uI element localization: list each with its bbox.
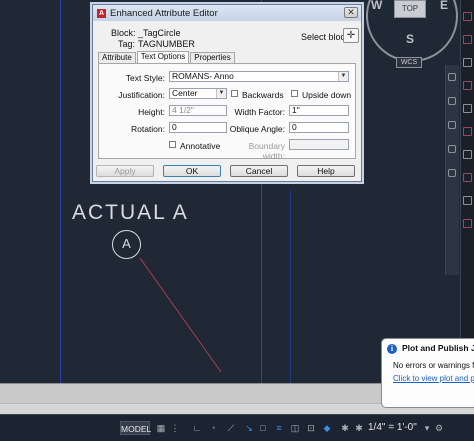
- crosshair-select-icon: ✛: [346, 30, 356, 41]
- block-value: _TagCircle: [138, 28, 181, 38]
- transparency-icon[interactable]: ◫: [290, 423, 300, 433]
- palette-tool-icon[interactable]: [463, 12, 472, 21]
- select-block-button[interactable]: ✛: [343, 28, 359, 43]
- annotation-visibility-icon[interactable]: ✱: [340, 423, 350, 433]
- close-button[interactable]: ✕: [344, 7, 358, 18]
- right-tool-palette: [460, 0, 474, 383]
- plot-publish-notification[interactable]: i Plot and Publish Job No errors or warn…: [381, 338, 474, 408]
- justification-value: Center: [172, 88, 198, 98]
- width-factor-input[interactable]: 1": [289, 105, 349, 116]
- dialog-titlebar[interactable]: A Enhanced Attribute Editor: [93, 5, 361, 21]
- annotative-checkbox[interactable]: [169, 141, 176, 148]
- zoom-icon[interactable]: [448, 121, 456, 129]
- chevron-down-icon: ▼: [338, 72, 348, 81]
- boundary-width-label: Boundary width:: [248, 141, 285, 161]
- annotative-label: Annotative: [180, 141, 221, 151]
- nav-wheel-icon[interactable]: [448, 73, 456, 81]
- oblique-angle-input[interactable]: 0: [289, 122, 349, 133]
- backwards-checkbox[interactable]: [231, 90, 238, 97]
- rotation-input[interactable]: 0: [169, 122, 227, 133]
- palette-tool-icon[interactable]: [463, 58, 472, 67]
- orbit-icon[interactable]: [448, 145, 456, 153]
- notification-link[interactable]: Click to view plot and pul: [393, 374, 474, 383]
- oblique-angle-label: Oblique Angle:: [229, 124, 285, 134]
- text-style-dropdown[interactable]: ROMANS- Anno ▼: [169, 71, 349, 82]
- tab-properties[interactable]: Properties: [190, 52, 235, 63]
- height-input[interactable]: 4 1/2": [169, 105, 227, 116]
- notification-title: Plot and Publish Job: [402, 343, 474, 353]
- compass-south[interactable]: S: [406, 32, 414, 46]
- dialog-title: Enhanced Attribute Editor: [110, 7, 218, 19]
- palette-tool-icon[interactable]: [463, 104, 472, 113]
- palette-tool-icon[interactable]: [463, 173, 472, 182]
- upside-down-checkbox[interactable]: [291, 90, 298, 97]
- palette-tool-icon[interactable]: [463, 150, 472, 159]
- height-label: Height:: [138, 107, 165, 117]
- block-label: Block:: [111, 28, 136, 38]
- workspace-gear-icon[interactable]: ⚙: [434, 423, 444, 433]
- auto-scale-icon[interactable]: ✱: [354, 423, 364, 433]
- ortho-icon[interactable]: ∟: [192, 423, 202, 433]
- palette-tool-icon[interactable]: [463, 196, 472, 205]
- showmotion-icon[interactable]: [448, 169, 456, 177]
- model-space-button[interactable]: MODEL: [120, 421, 151, 435]
- viewcube-top-face[interactable]: TOP: [394, 0, 426, 18]
- block-info: Block: _TagCircle Tag: TAGNUMBER: [111, 28, 195, 50]
- tab-text-options[interactable]: Text Options: [136, 51, 190, 63]
- help-button[interactable]: Help: [297, 165, 355, 177]
- compass-east[interactable]: E: [440, 0, 448, 12]
- rotation-label: Rotation:: [130, 124, 165, 134]
- annotation-text[interactable]: ACTUAL A: [72, 201, 189, 225]
- 3d-osnap-icon[interactable]: ◆: [322, 423, 332, 433]
- notification-message: No errors or warnings fou: [393, 361, 474, 370]
- object-snap-tracking-icon[interactable]: ↘: [244, 423, 254, 433]
- dialog-tabs: Attribute Text Options Properties: [98, 51, 236, 63]
- width-factor-label: Width Factor:: [234, 107, 285, 117]
- palette-tool-icon[interactable]: [463, 219, 472, 228]
- enhanced-attribute-editor-dialog: A Enhanced Attribute Editor ✕ Block: _Ta…: [92, 4, 362, 182]
- upside-down-label: Upside down: [302, 90, 352, 100]
- tag-label: Tag:: [117, 39, 135, 49]
- text-options-panel: Text Style: ROMANS- Anno ▼ Justification…: [98, 63, 356, 161]
- palette-tool-icon[interactable]: [463, 127, 472, 136]
- object-snap-icon[interactable]: □: [258, 423, 268, 433]
- selection-cycling-icon[interactable]: ⊡: [306, 423, 316, 433]
- justification-label: Justification:: [118, 90, 165, 100]
- boundary-width-input[interactable]: [289, 139, 349, 150]
- wcs-menu[interactable]: WCS: [396, 57, 422, 68]
- apply-button[interactable]: Apply: [96, 165, 154, 177]
- palette-tool-icon[interactable]: [463, 81, 472, 90]
- ok-button[interactable]: OK: [163, 165, 221, 177]
- backwards-label: Backwards: [242, 90, 284, 100]
- polar-tracking-icon[interactable]: ◔: [208, 423, 218, 433]
- status-bar: MODEL ▦ ⋮ ∟ ◔ ⟋ ↘ □ ≡ ◫ ⊡ ◆ ✱ ✱ 1/4" = 1…: [0, 414, 474, 441]
- chevron-down-icon: ▼: [216, 89, 226, 98]
- tag-circle-block[interactable]: A: [112, 230, 141, 259]
- tag-circle-letter: A: [122, 236, 131, 251]
- grid-icon[interactable]: ▦: [156, 423, 166, 433]
- info-icon: i: [387, 344, 397, 354]
- text-style-label: Text Style:: [125, 73, 165, 83]
- annotation-scale[interactable]: 1/4" = 1'-0": [368, 422, 417, 433]
- autocad-app-icon: A: [97, 8, 106, 18]
- lineweight-icon[interactable]: ≡: [274, 423, 284, 433]
- pan-icon[interactable]: [448, 97, 456, 105]
- isodraft-icon[interactable]: ⟋: [226, 423, 236, 433]
- tab-attribute[interactable]: Attribute: [98, 52, 136, 63]
- text-style-value: ROMANS- Anno: [172, 71, 234, 81]
- chevron-down-icon[interactable]: ▾: [422, 423, 432, 433]
- justification-dropdown[interactable]: Center ▼: [169, 88, 227, 99]
- palette-tool-icon[interactable]: [463, 35, 472, 44]
- cancel-button[interactable]: Cancel: [230, 165, 288, 177]
- snap-icon[interactable]: ⋮: [170, 423, 180, 433]
- compass-west[interactable]: W: [371, 0, 382, 12]
- tag-value: TAGNUMBER: [138, 39, 195, 49]
- navigation-bar: [445, 65, 459, 275]
